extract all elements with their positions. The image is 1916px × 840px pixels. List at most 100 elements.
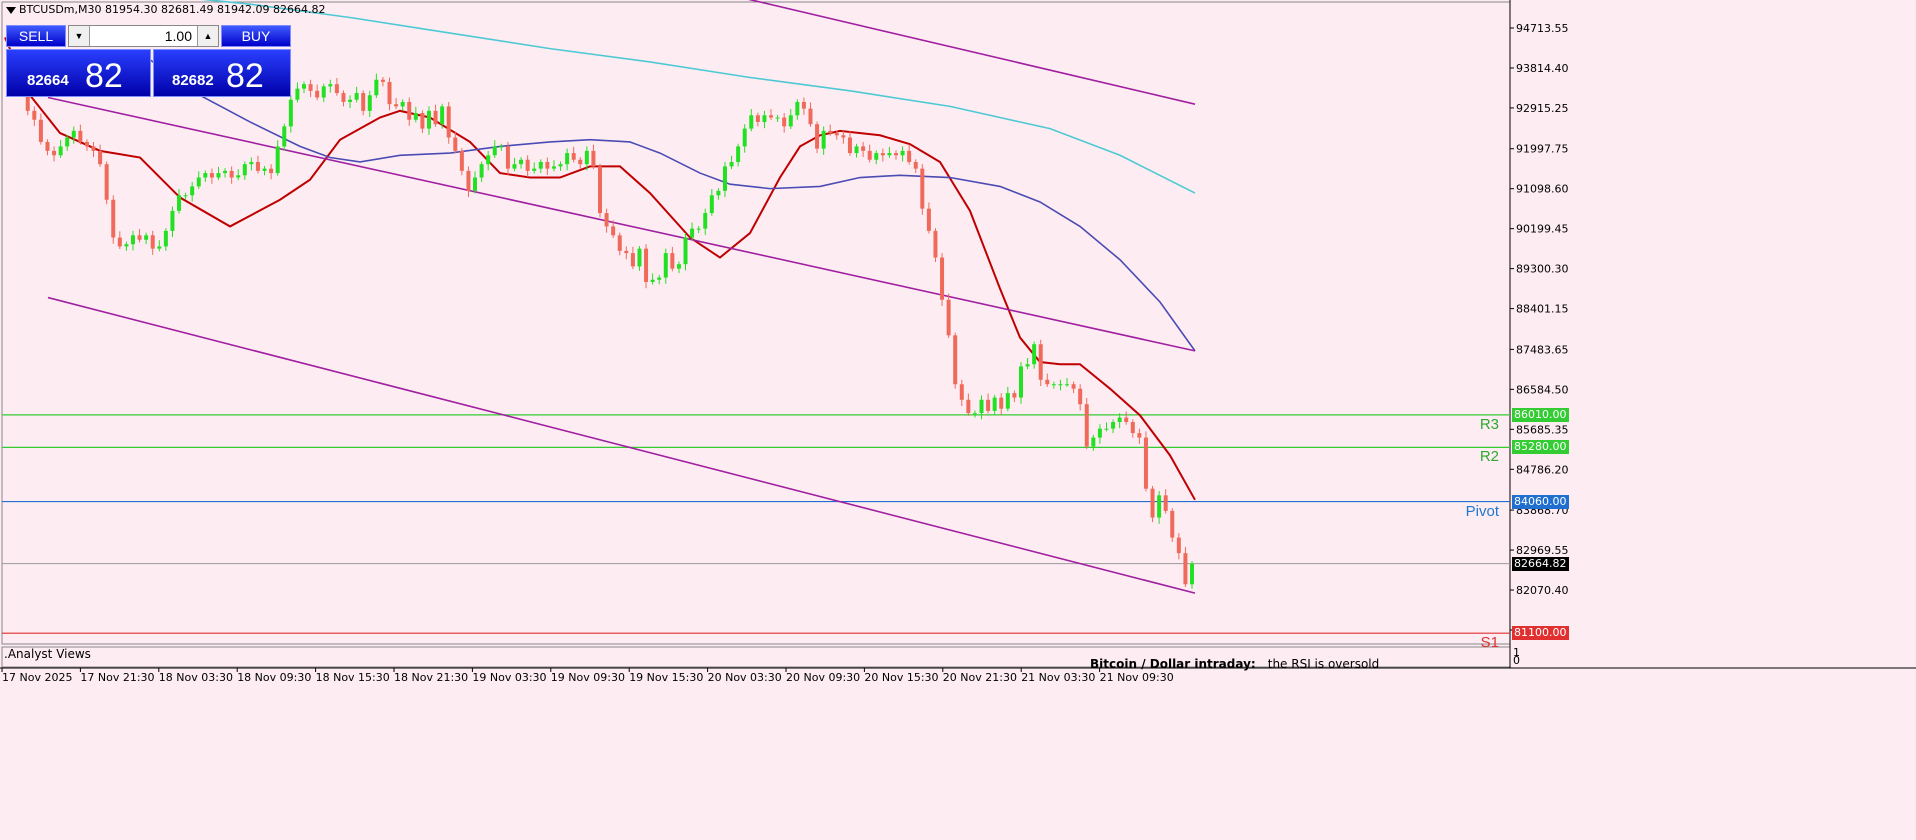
bear-candle xyxy=(32,110,37,120)
bull-candle xyxy=(1091,437,1096,447)
bear-candle xyxy=(84,141,89,147)
bull-candle xyxy=(519,159,524,165)
bear-candle xyxy=(571,153,576,160)
bull-candle xyxy=(696,228,701,230)
price-chart[interactable]: 94713.55 93814.40 92915.25 91997.75 91098.60… xyxy=(0,0,1916,840)
bull-candle xyxy=(348,99,353,102)
time-tick-label: 18 Nov 15:30 xyxy=(316,671,390,684)
level-tag-pivot: 84060.00 xyxy=(1512,494,1569,509)
bull-candle xyxy=(236,175,241,178)
bull-candle xyxy=(762,115,767,122)
bull-candle xyxy=(492,146,497,156)
bull-candle xyxy=(1058,384,1063,386)
time-tick-label: 20 Nov 03:30 xyxy=(708,671,782,684)
lot-increase-arrow-icon[interactable]: ▲ xyxy=(197,26,218,46)
bear-candle xyxy=(808,108,813,125)
bear-candle xyxy=(1124,417,1129,423)
bull-candle xyxy=(551,166,556,169)
bear-candle xyxy=(52,150,57,156)
bear-candle xyxy=(137,235,142,240)
time-tick-label: 21 Nov 09:30 xyxy=(1100,671,1174,684)
time-tick-label: 20 Nov 15:30 xyxy=(864,671,938,684)
subwindow-ticks: 01 xyxy=(1513,646,1520,667)
bull-candle xyxy=(65,137,70,147)
bull-candle xyxy=(473,177,478,191)
bear-candle xyxy=(880,153,885,156)
analyst-views-tab[interactable]: .Analyst Views xyxy=(4,647,91,661)
bull-candle xyxy=(170,210,175,231)
bear-candle xyxy=(453,137,458,151)
bull-candle xyxy=(499,146,504,148)
bull-candle xyxy=(512,164,517,169)
bear-candle xyxy=(1130,422,1135,434)
bear-candle xyxy=(150,235,155,249)
bear-candle xyxy=(1137,433,1142,438)
bear-candle xyxy=(1045,379,1050,385)
bear-candle xyxy=(1183,553,1188,585)
lot-size-input[interactable]: ▼ 1.00 ▲ xyxy=(68,25,219,47)
bear-candle xyxy=(459,150,464,171)
bear-candle xyxy=(466,170,471,191)
bull-candle xyxy=(183,195,188,197)
bear-candle xyxy=(98,150,103,165)
bull-candle xyxy=(1097,428,1102,438)
bear-candle xyxy=(604,213,609,227)
bear-candle xyxy=(913,161,918,169)
bear-candle xyxy=(926,208,931,231)
bear-candle xyxy=(78,130,83,142)
bull-candle xyxy=(177,195,182,211)
bull-candle xyxy=(775,117,780,119)
bear-candle xyxy=(1012,393,1017,398)
bull-candle xyxy=(795,101,800,116)
analyst-caption: Bitcoin / Dollar intraday: the RSI is ove… xyxy=(1090,657,1379,671)
bear-candle xyxy=(104,164,109,200)
bull-candle xyxy=(657,277,662,280)
bear-candle xyxy=(624,250,629,254)
level-label-s1: S1 xyxy=(1480,634,1499,652)
bear-candle xyxy=(334,84,339,94)
sell-price-button[interactable]: 82664 82 xyxy=(6,49,151,97)
bull-candle xyxy=(558,164,563,167)
bear-candle xyxy=(578,159,583,165)
bear-candle xyxy=(111,199,116,238)
bear-candle xyxy=(769,115,774,118)
buy-price-button[interactable]: 82682 82 xyxy=(153,49,291,97)
price-tick-label: 82070.40 xyxy=(1516,584,1569,597)
bull-candle xyxy=(124,244,129,247)
bear-candle xyxy=(433,110,438,125)
bull-candle xyxy=(1157,495,1162,518)
bear-candle xyxy=(907,150,912,162)
bear-candle xyxy=(1143,437,1148,489)
bear-candle xyxy=(505,146,510,169)
bear-candle xyxy=(801,101,806,109)
bull-candle xyxy=(242,164,247,176)
bull-candle xyxy=(709,195,714,214)
bear-candle xyxy=(1084,404,1089,447)
bull-candle xyxy=(413,113,418,120)
bull-candle xyxy=(1065,384,1070,386)
bear-candle xyxy=(1176,537,1181,554)
time-tick-label: 21 Nov 03:30 xyxy=(1021,671,1095,684)
price-tick-label: 88401.15 xyxy=(1516,303,1569,316)
analyst-caption-text: the RSI is oversold xyxy=(1267,657,1380,671)
bull-candle xyxy=(716,190,721,196)
bull-candle xyxy=(887,153,892,156)
lot-decrease-arrow-icon[interactable]: ▼ xyxy=(69,26,90,46)
bear-candle xyxy=(1163,495,1168,511)
time-tick-label: 17 Nov 21:30 xyxy=(80,671,154,684)
triangle-down-icon xyxy=(6,6,16,14)
price-tick-label: 89300.30 xyxy=(1516,263,1569,276)
bear-candle xyxy=(670,253,675,269)
bear-candle xyxy=(847,137,852,154)
buy-button[interactable]: BUY xyxy=(221,25,291,47)
bear-candle xyxy=(209,173,214,178)
sell-button[interactable]: SELL xyxy=(6,25,66,47)
bear-candle xyxy=(315,90,320,98)
bull-candle xyxy=(479,164,484,178)
bear-candle xyxy=(1038,344,1043,380)
bull-candle xyxy=(637,248,642,267)
bear-candle xyxy=(394,104,399,107)
bull-candle xyxy=(532,168,537,171)
time-tick-label: 19 Nov 03:30 xyxy=(472,671,546,684)
time-tick-label: 19 Nov 09:30 xyxy=(551,671,625,684)
